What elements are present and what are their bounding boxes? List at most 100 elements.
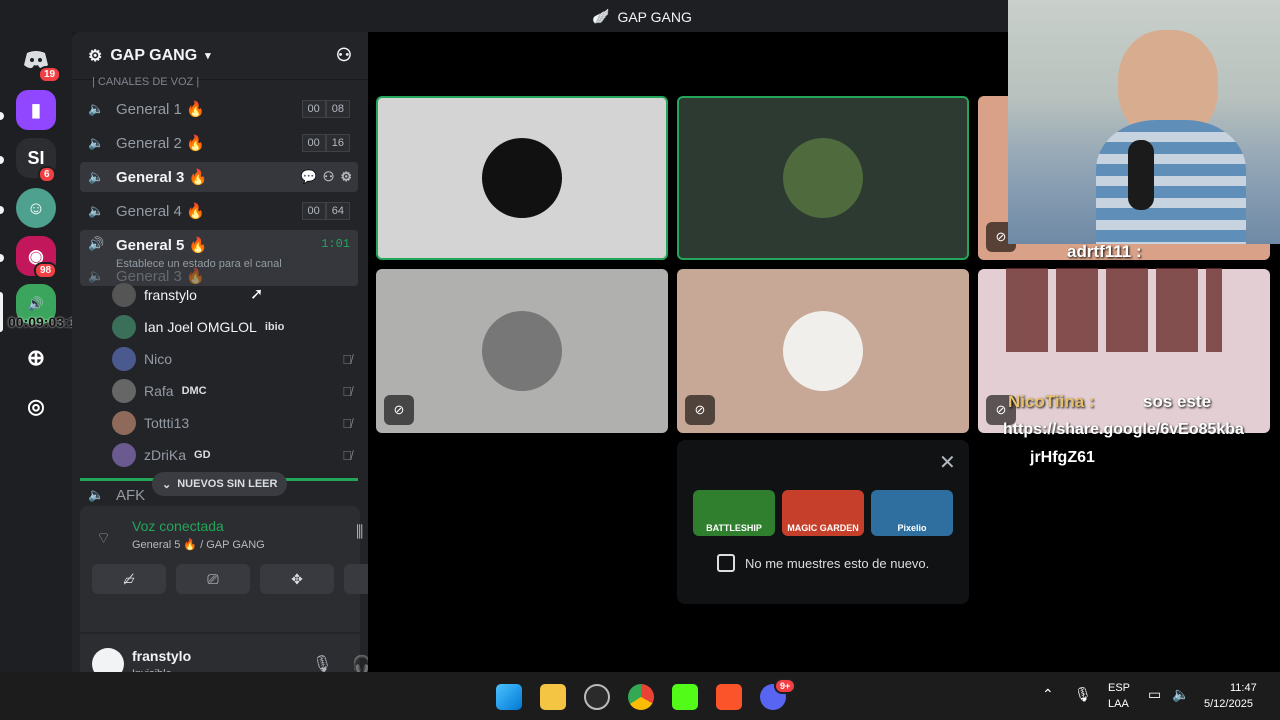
striped-shirt: [1096, 120, 1246, 244]
speaker-icon: 🔊: [27, 296, 45, 311]
voice-channel-general-2[interactable]: 🔈 General 2 🔥 00 16: [80, 128, 358, 158]
avatar: [783, 311, 863, 391]
game-card[interactable]: MAGIC GARDEN: [782, 490, 864, 536]
avatar-icon: ☺: [26, 197, 46, 218]
activities-button[interactable]: ✥: [260, 564, 334, 594]
voice-connected-panel: ⌔ Voz conectada General 5 🔥 / GAP GANG ⫼…: [80, 506, 418, 632]
twitch-server-button[interactable]: ▮: [16, 90, 56, 130]
avatar: [112, 411, 136, 435]
language-top[interactable]: ESP: [1108, 682, 1130, 694]
twitch-icon: ▮: [31, 99, 41, 120]
file-explorer-icon[interactable]: [540, 684, 566, 710]
avatar: [112, 443, 136, 467]
discover-button[interactable]: ◎: [16, 386, 56, 426]
voice-channel-link[interactable]: General 5 🔥 / GAP GANG: [132, 538, 265, 551]
mouse-cursor-icon: ➚: [250, 286, 264, 303]
muted-mic-icon: 🎙̸: [342, 447, 352, 463]
volume-icon[interactable]: 🔈: [1172, 686, 1189, 703]
video-tile[interactable]: [376, 96, 668, 260]
server-icon: 🪽: [592, 8, 610, 24]
game-card[interactable]: Pixelio: [871, 490, 953, 536]
chat-link-continued: jrHfgZ61: [1030, 449, 1095, 466]
video-tile[interactable]: ⊘: [376, 269, 668, 433]
language-bottom[interactable]: LAA: [1108, 698, 1129, 710]
username[interactable]: franstylo: [132, 648, 191, 664]
emote-wall: [1006, 268, 1222, 352]
chat-icon[interactable]: 💬: [301, 169, 317, 185]
settings-gear-icon[interactable]: ⚙: [340, 169, 352, 185]
mention-badge: 19: [38, 66, 62, 83]
si-server-button[interactable]: SI 6: [16, 138, 56, 183]
noise-suppression-icon[interactable]: ⫼: [356, 524, 363, 542]
voice-member[interactable]: zDriKa GD 🎙̸: [112, 441, 352, 469]
clock-date[interactable]: 5/12/2025: [1204, 698, 1253, 710]
add-member-icon[interactable]: ⚇: [336, 45, 352, 66]
mention-badge: 6: [38, 166, 56, 183]
streamer-webcam: [1008, 0, 1280, 244]
add-server-button[interactable]: ⊕: [16, 338, 56, 378]
kick-icon[interactable]: [672, 684, 698, 710]
voice-status[interactable]: Voz conectada: [132, 518, 224, 534]
game-card[interactable]: BATTLESHIP: [693, 490, 775, 536]
obs-icon[interactable]: [584, 684, 610, 710]
channel-sidebar: ⚙ GAP GANG ▾ ⚇ | CANALES DE VOZ | 🔈 Gener…: [72, 32, 418, 694]
brave-icon[interactable]: [716, 684, 742, 710]
voice-member[interactable]: Nico 🎙̸: [112, 345, 352, 373]
chat-username: adrtf111 :: [1067, 242, 1142, 261]
clock-time[interactable]: 11:47: [1230, 682, 1257, 694]
voice-category[interactable]: | CANALES DE VOZ |: [92, 76, 199, 88]
activities-popup: ✕ BATTLESHIP MAGIC GARDEN Pixelio No me …: [677, 440, 969, 604]
chevron-down-icon: ⌄: [162, 478, 172, 491]
video-tile[interactable]: ⊘: [677, 269, 969, 433]
screen-share-icon: ⎚: [207, 570, 219, 587]
activities-icon: ✥: [291, 570, 303, 587]
microphone: [1128, 140, 1154, 210]
speaker-icon: 🔈: [88, 135, 105, 150]
camera-off-button[interactable]: ▱̸: [92, 564, 166, 594]
microphone-tray-icon[interactable]: 🎙: [1074, 686, 1092, 703]
voice-channel-general-3[interactable]: 🔈 General 3 🔥 💬 ⚇ ⚙: [80, 162, 358, 192]
network-icon[interactable]: ▭: [1148, 686, 1161, 703]
screen-share-button[interactable]: ⎚: [176, 564, 250, 594]
speaker-icon: 🔈: [88, 101, 105, 116]
avatar: [112, 315, 136, 339]
avatar-server-button[interactable]: ☺: [16, 188, 56, 228]
discord-home-button[interactable]: 19: [16, 40, 62, 83]
speaker-icon: 🔈: [88, 487, 105, 502]
avatar: [112, 379, 136, 403]
chrome-icon[interactable]: [628, 684, 654, 710]
voice-member[interactable]: Ian Joel OMGLOL ibio: [112, 313, 352, 341]
voice-channel-general-4[interactable]: 🔈 General 4 🔥 00 64: [80, 196, 358, 226]
chat-message: sos este: [1143, 392, 1212, 411]
microphone-icon[interactable]: 🎙: [312, 654, 332, 674]
speaker-icon: 🔈: [88, 169, 105, 184]
dont-show-checkbox[interactable]: [717, 554, 735, 572]
pink-server-button[interactable]: ◉ 98: [16, 236, 58, 279]
voice-member[interactable]: Tottti13 🎙̸: [112, 409, 352, 437]
si-icon: SI: [27, 147, 45, 168]
voice-member[interactable]: franstylo: [112, 281, 352, 309]
channel-timer: 1:01: [321, 237, 350, 251]
invite-icon[interactable]: ⚇: [323, 169, 335, 185]
chevron-up-icon[interactable]: ⌃: [1042, 686, 1054, 703]
new-unread-pill[interactable]: ⌄ NUEVOS SIN LEER: [152, 472, 288, 496]
voice-channel-general-1[interactable]: 🔈 General 1 🔥 00 08: [80, 94, 358, 124]
voice-member[interactable]: Rafa DMC 🎙̸: [112, 377, 352, 405]
chat-link: https://share.google/6vEo85kba: [1003, 421, 1244, 438]
start-icon[interactable]: [496, 684, 522, 710]
muted-mic-icon: ⊘: [384, 395, 414, 425]
video-tile[interactable]: [677, 96, 969, 260]
signal-icon: ⌔: [96, 530, 112, 547]
muted-mic-icon: ⊘: [685, 395, 715, 425]
chat-username: NicoTiina :: [1008, 392, 1095, 411]
guild-header[interactable]: ⚙ GAP GANG ▾ ⚇: [72, 32, 368, 80]
close-icon[interactable]: ✕: [939, 450, 956, 475]
muted-mic-icon: 🎙̸: [342, 351, 352, 367]
avatar: [112, 347, 136, 371]
speaker-icon: 🔊: [88, 236, 105, 251]
chevron-down-icon: ▾: [205, 50, 211, 62]
windows-taskbar: 9+ ⌃ 🎙 ESP LAA ▭ 🔈 11:47 5/12/2025: [0, 672, 1280, 720]
muted-mic-icon: 🎙̸: [342, 415, 352, 431]
speaker-icon: 🔈: [88, 203, 105, 218]
avatar: [482, 311, 562, 391]
